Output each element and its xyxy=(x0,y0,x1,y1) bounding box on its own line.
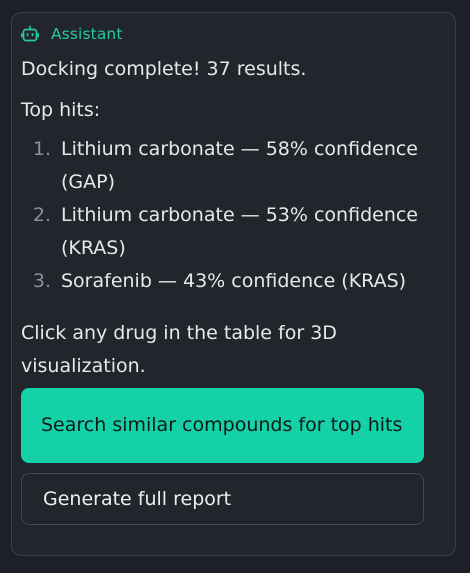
list-item-number: 3. xyxy=(32,270,51,292)
generate-report-button[interactable]: Generate full report xyxy=(21,473,424,525)
list-item-text: Sorafenib — 43% confidence (KRAS) xyxy=(61,270,407,292)
list-item-number: 2. xyxy=(32,204,51,226)
list-item: 3. Sorafenib — 43% confidence (KRAS) xyxy=(21,265,441,298)
bot-icon xyxy=(21,25,39,43)
assistant-header: Assistant xyxy=(21,24,123,44)
list-item: 1. Lithium carbonate — 58% confidence (G… xyxy=(21,133,441,199)
top-hits-list: 1. Lithium carbonate — 58% confidence (G… xyxy=(21,133,441,298)
list-item: 2. Lithium carbonate — 53% confidence (K… xyxy=(21,199,441,265)
list-item-text: Lithium carbonate — 58% confidence (GAP) xyxy=(61,138,418,193)
search-similar-compounds-button[interactable]: Search similar compounds for top hits xyxy=(21,388,424,463)
assistant-label: Assistant xyxy=(51,25,123,43)
list-item-number: 1. xyxy=(32,138,51,160)
docking-summary: Docking complete! 37 results. xyxy=(21,58,307,80)
visualization-hint: Click any drug in the table for 3D visua… xyxy=(21,322,337,377)
top-hits-heading: Top hits: xyxy=(21,99,101,121)
list-item-text: Lithium carbonate — 53% confidence (KRAS… xyxy=(61,204,418,259)
